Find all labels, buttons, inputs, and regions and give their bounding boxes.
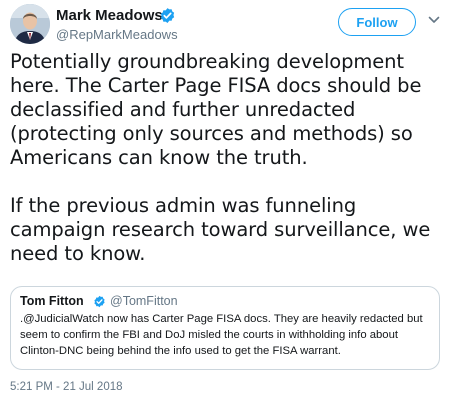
tweet-paragraph-2: If the previous admin was funneling camp… — [10, 194, 431, 265]
author-avatar[interactable] — [10, 4, 50, 44]
tweet-paragraph-1: Potentially groundbreaking development h… — [10, 50, 422, 169]
tweet-card: Mark Meadows @RepMarkMeadows Follow Pote… — [0, 0, 450, 403]
quoted-author-name[interactable]: Tom Fitton — [20, 294, 84, 308]
quoted-tweet[interactable]: Tom Fitton @TomFitton .@JudicialWatch no… — [10, 286, 440, 370]
person-avatar-icon — [10, 4, 50, 44]
quoted-tweet-text: .@JudicialWatch now has Carter Page FISA… — [20, 313, 423, 357]
follow-button[interactable]: Follow — [338, 8, 416, 36]
chevron-down-icon[interactable] — [428, 14, 440, 26]
tweet-text: Potentially groundbreaking development h… — [10, 50, 442, 266]
author-name[interactable]: Mark Meadows — [56, 7, 163, 24]
verified-badge-icon — [94, 295, 105, 308]
tweet-timestamp[interactable]: 5:21 PM - 21 Jul 2018 — [10, 381, 123, 393]
quoted-author-handle[interactable]: @TomFitton — [110, 294, 178, 308]
author-handle[interactable]: @RepMarkMeadows — [56, 27, 178, 42]
verified-badge-icon — [160, 8, 175, 23]
